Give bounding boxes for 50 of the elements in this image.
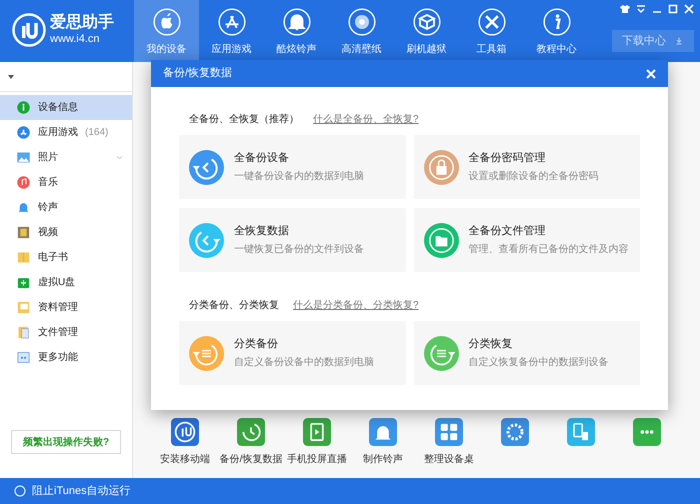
sidebar-item[interactable]: 铃声 [0, 195, 132, 220]
sidebar-item[interactable]: 视频 [0, 220, 132, 245]
nav-tab[interactable]: 高清壁纸 [329, 0, 394, 62]
app-name: 爱思助手 [50, 15, 114, 31]
sidebar-item[interactable]: 音乐 [0, 170, 132, 195]
sidebar-item[interactable]: 设备信息 [0, 95, 132, 120]
card-title: 全备份密码管理 [468, 150, 546, 166]
option-card[interactable]: 全恢复数据 一键恢复已备份的文件到设备 [179, 208, 406, 272]
card-title: 全备份文件管理 [468, 224, 546, 239]
card-description: 设置或删除设备的全备份密码 [468, 170, 598, 184]
help-button[interactable]: 频繁出现操作失败? [11, 430, 121, 454]
sidebar-item[interactable]: 资料管理 [0, 295, 132, 320]
itunes-autorun-option[interactable]: 阻止iTunes自动运行 [32, 482, 131, 500]
sidebar-item[interactable]: 照片 [0, 145, 132, 170]
nav-tab[interactable]: 工具箱 [459, 0, 524, 62]
card-title: 全备份设备 [234, 150, 290, 166]
nav-tab[interactable]: 教程中心 [524, 0, 589, 62]
app-url: www.i4.cn [50, 34, 101, 45]
sidebar-item[interactable]: 应用游戏 (164) [0, 120, 132, 145]
sidebar-item[interactable]: 虚拟U盘 [0, 270, 132, 295]
option-card[interactable]: 分类恢复 自定义恢复备份中的数据到设备 [414, 321, 640, 385]
section-heading: 分类备份、分类恢复 [189, 298, 279, 313]
option-card[interactable]: 全备份文件管理 管理、查看所有已备份的文件及内容 [414, 208, 640, 272]
help-link[interactable]: 什么是全备份、全恢复? [313, 112, 419, 127]
card-description: 自定义恢复备份中的数据到设备 [468, 356, 608, 370]
card-description: 一键恢复已备份的文件到设备 [234, 242, 364, 258]
nav-tab[interactable]: 应用游戏 [199, 0, 264, 62]
tool-label[interactable]: 安装移动端 [160, 452, 210, 467]
card-title: 分类恢复 [468, 336, 514, 352]
option-card[interactable]: 全备份设备 一键备份设备内的数据到电脑 [179, 135, 406, 199]
tool-label[interactable]: 制作铃声 [363, 452, 403, 467]
option-card[interactable]: 全备份密码管理 设置或删除设备的全备份密码 [414, 135, 640, 199]
tool-label[interactable]: 备份/恢复数据 [220, 452, 282, 467]
section-heading: 全备份、全恢复（推荐） [189, 112, 299, 127]
sidebar-item[interactable]: 更多功能 [0, 345, 132, 370]
item-count: (164) [85, 126, 108, 140]
card-description: 自定义备份设备中的数据到电脑 [234, 356, 374, 370]
sidebar-item[interactable]: 文件管理 [0, 320, 132, 345]
card-description: 管理、查看所有已备份的文件及内容 [468, 242, 628, 258]
nav-tab[interactable]: 刷机越狱 [394, 0, 459, 62]
card-description: 一键备份设备内的数据到电脑 [234, 170, 364, 184]
option-card[interactable]: 分类备份 自定义备份设备中的数据到电脑 [179, 321, 406, 385]
card-title: 分类备份 [234, 336, 279, 352]
help-link[interactable]: 什么是分类备份、分类恢复? [293, 298, 419, 313]
tool-label[interactable]: 整理设备桌 [424, 452, 474, 467]
tool-label[interactable]: 手机投屏直播 [287, 452, 347, 467]
sidebar-item[interactable]: 电子书 [0, 245, 132, 270]
card-title: 全恢复数据 [234, 224, 290, 239]
nav-tab[interactable]: 酷炫铃声 [264, 0, 329, 62]
dialog-title: 备份/恢复数据 [163, 66, 232, 82]
